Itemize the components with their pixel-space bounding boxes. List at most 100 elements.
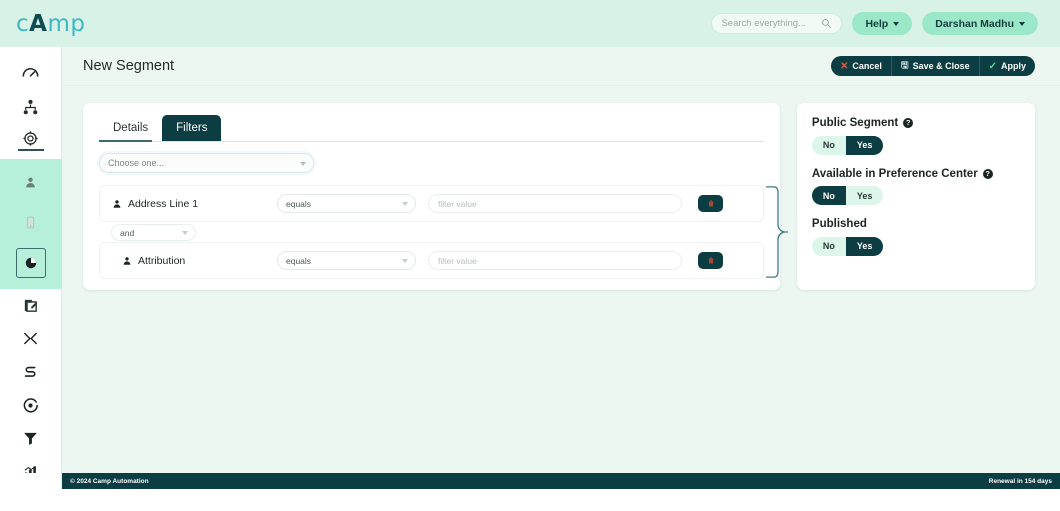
chevron-down-icon [402,259,408,263]
preference-center-no-option[interactable]: No [811,186,846,205]
published-label: Published [812,218,1020,230]
logo-part-3: mp [47,10,86,37]
published-no-option[interactable]: No [812,237,846,256]
group-bracket-icon [765,186,788,278]
gauge-icon [22,68,39,77]
preference-center-yes-option[interactable]: Yes [846,186,884,205]
check-icon: ✓ [988,60,997,72]
sidebar-item-goals[interactable] [16,394,46,417]
save-disk-icon: 🖫 [900,60,909,70]
goal-icon [23,398,38,413]
sidebar-item-flow[interactable] [16,361,46,384]
help-icon[interactable]: ? [982,168,993,179]
user-label: Darshan Madhu [935,17,1014,30]
chevron-down-icon [300,162,306,166]
chevron-down-icon [402,202,408,206]
sidebar-item-editor[interactable] [16,294,46,317]
published-yes-option[interactable]: Yes [845,236,884,256]
logo-part-2: A [29,10,48,37]
public-segment-no-option[interactable]: No [812,136,846,155]
page-title: New Segment [83,58,175,74]
filter-operator-select[interactable]: equals [277,194,416,213]
sidebar-item-journeys[interactable] [16,95,46,118]
public-segment-label: Public Segment ? [812,117,1020,129]
search-placeholder: Search everything... [721,18,806,29]
filter-field-name: Address Line 1 [128,197,199,210]
close-icon: ✕ [839,60,849,72]
apply-button[interactable]: ✓ Apply [978,56,1035,76]
below-footer-space [0,489,1060,511]
person-icon [26,178,35,188]
page-header: New Segment ✕ Cancel 🖫 Save & Close ✓ Ap… [62,47,1060,86]
action-button-group: ✕ Cancel 🖫 Save & Close ✓ Apply [830,56,1035,76]
top-bar-right: Search everything... Help Darshan Madhu [711,12,1038,35]
hierarchy-icon [23,99,38,114]
save-close-button[interactable]: 🖫 Save & Close [890,56,979,76]
sidebar-item-campaigns[interactable] [17,129,44,151]
filter-operator-select[interactable]: equals [277,251,416,270]
filter-field-name: Attribution [138,254,186,267]
sidebar-item-contacts[interactable] [16,168,46,198]
search-icon [822,19,832,28]
top-bar: cAmp Search everything... Help Darshan M… [0,0,1060,47]
choose-one-select[interactable]: Choose one... [99,153,314,173]
preference-center-label: Available in Preference Center ? [812,168,1020,180]
filter-operator-value: equals [286,198,312,209]
tab-details[interactable]: Details [99,115,162,141]
filter-group: Address Line 1 equals filter value and A… [99,185,788,279]
person-icon [113,199,121,208]
delete-filter-button[interactable] [698,195,723,212]
tab-active-indicator [99,140,152,142]
chevron-down-icon [1019,21,1025,26]
filter-value-input[interactable]: filter value [428,251,682,270]
choose-one-placeholder: Choose one... [108,158,165,168]
logo-part-1: c [16,10,30,37]
footer-left-strip [0,473,62,489]
help-button[interactable]: Help [852,12,913,35]
public-segment-toggle: No Yes [811,135,884,155]
tab-filters[interactable]: Filters [162,115,222,141]
footer-bar: © 2024 Camp Automation Renewal in 154 da… [62,473,1060,489]
footer-renewal: Renewal in 154 days [988,477,1052,485]
search-input[interactable]: Search everything... [711,13,843,34]
document-icon [26,217,35,229]
shuffle-icon [24,333,37,345]
sidebar-item-dashboard[interactable] [16,62,46,85]
conjunction-value: and [120,227,135,238]
sidebar-item-segments[interactable] [15,247,46,278]
sidebar-item-filters[interactable] [16,427,46,450]
cancel-label: Cancel [852,61,882,71]
left-sidebar [0,47,62,489]
footer-copyright: © 2024 Camp Automation [70,477,149,485]
filter-value-input[interactable]: filter value [428,194,682,213]
sidebar-item-forms[interactable] [16,208,46,238]
conjunction-select[interactable]: and [111,224,196,241]
filter-value-placeholder: filter value [438,255,477,266]
apply-label: Apply [1000,61,1026,71]
filter-field-label: Address Line 1 [112,198,277,210]
save-close-label: Save & Close [912,61,970,71]
app-root: cAmp Search everything... Help Darshan M… [0,0,1060,511]
tab-divider [99,140,764,142]
filter-row: Attribution equals filter value [99,242,764,279]
camp-logo[interactable]: cAmp [16,11,85,37]
filter-row: Address Line 1 equals filter value [99,185,764,222]
published-toggle: No Yes [811,236,884,256]
sidebar-item-shuffle[interactable] [16,327,46,350]
help-label: Help [865,17,889,30]
target-globe-icon [23,131,38,146]
preference-center-text: Available in Preference Center [811,167,978,180]
user-menu-button[interactable]: Darshan Madhu [922,12,1038,35]
filter-field-label: Attribution [122,255,277,267]
public-segment-yes-option[interactable]: Yes [845,135,884,155]
edit-square-icon [24,299,37,312]
cancel-button[interactable]: ✕ Cancel [831,56,891,76]
path-icon [24,366,36,377]
choose-field-wrap: Choose one... [83,142,780,173]
trash-icon [708,200,713,207]
person-icon [123,256,131,265]
delete-filter-button[interactable] [698,252,723,269]
help-icon[interactable]: ? [903,118,914,128]
pie-chart-icon [25,257,36,269]
chevron-down-icon [893,21,900,26]
